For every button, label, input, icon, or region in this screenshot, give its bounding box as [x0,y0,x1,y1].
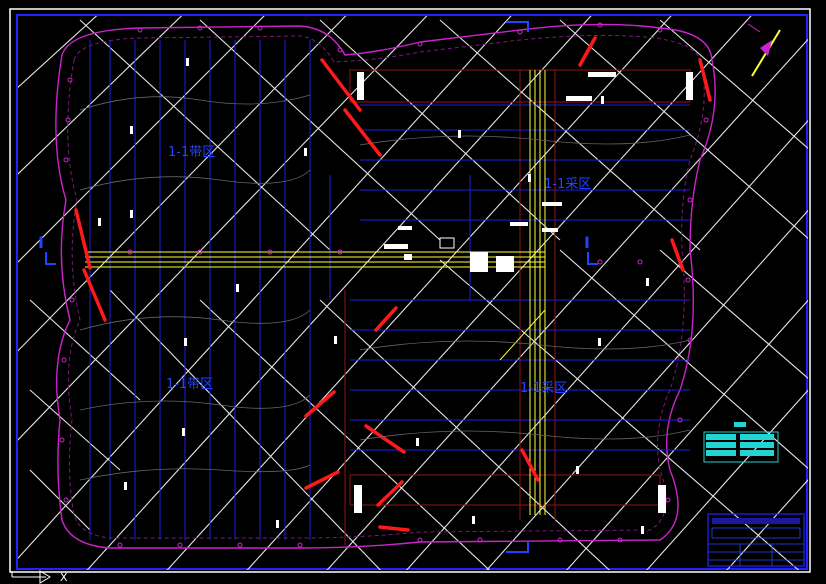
zone-label-lower-left: 1-1带区 [166,377,213,392]
section-marker-right: I [584,233,598,265]
svg-text:I: I [584,233,590,252]
north-arrow-icon [747,23,781,77]
cad-viewport[interactable]: 1-1带区 1-1带区 1-1采区 1-1采区 I I X [0,0,826,584]
zone-label-upper-left: 1-1带区 [168,145,215,160]
section-marker-bottom [506,542,529,553]
zone-label-upper-right: 1-1采区 [544,177,591,192]
zone-label-lower-right: 1-1采区 [520,381,567,396]
grid-diagonals [18,16,808,570]
panel-lines-left [89,40,311,540]
ucs-axis-x-label: X [60,571,68,584]
main-roadways [85,70,546,515]
ucs-icon: X [11,570,68,584]
svg-text:I: I [38,233,44,252]
section-marker-left: I [38,233,56,265]
red-roadways [74,36,712,532]
legend-table [703,422,779,463]
mine-plan-drawing[interactable]: 1-1带区 1-1带区 1-1采区 1-1采区 I I X [0,0,826,584]
panel-lines-right [329,104,690,451]
title-block [707,513,805,567]
inner-boundary [67,34,705,539]
